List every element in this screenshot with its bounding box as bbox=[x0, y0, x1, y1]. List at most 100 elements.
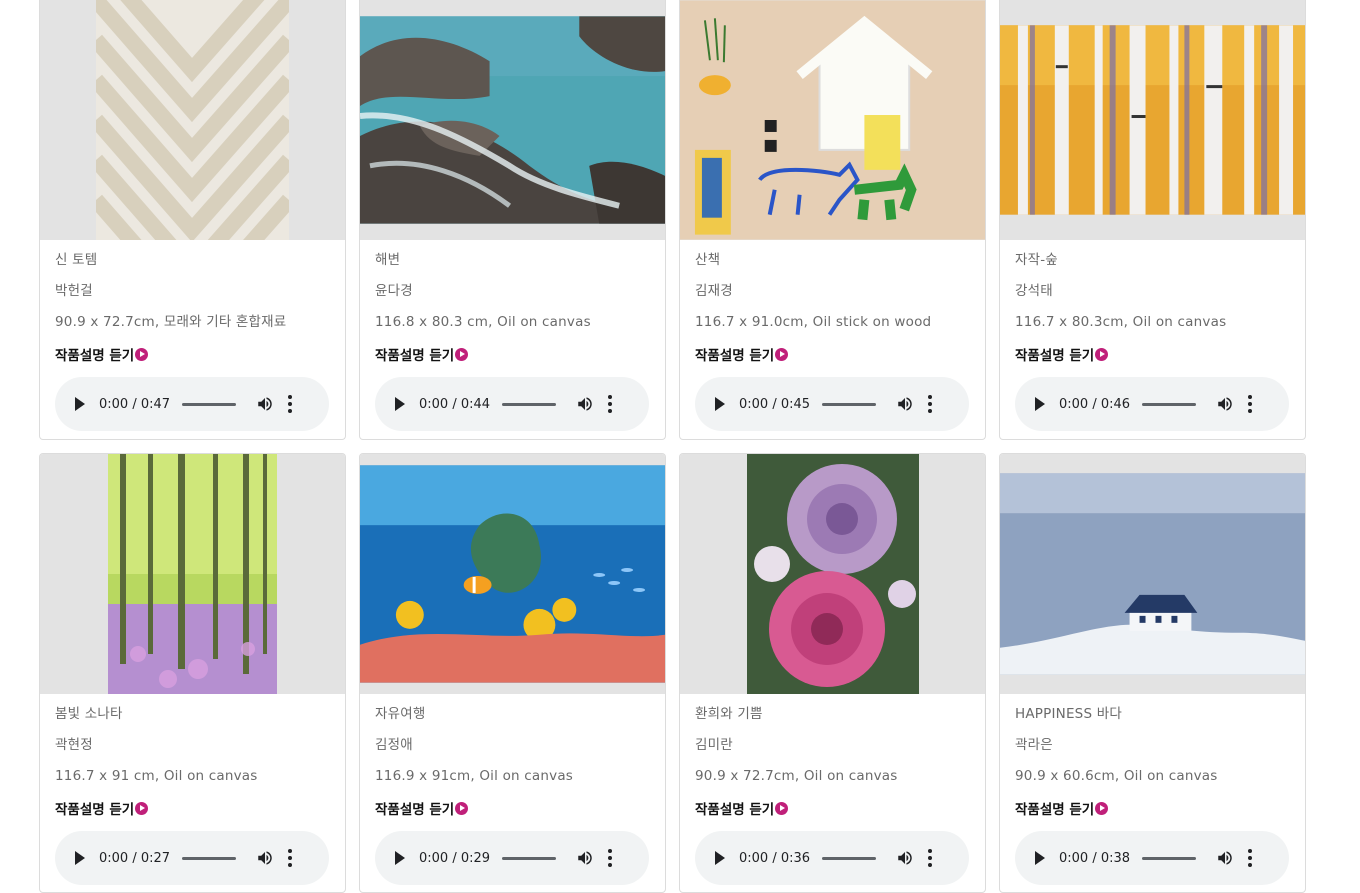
volume-icon[interactable] bbox=[256, 395, 274, 413]
audio-time: 0:00 / 0:38 bbox=[1059, 850, 1131, 866]
audio-progress-slider[interactable] bbox=[182, 856, 237, 860]
coral-reef-painting[interactable] bbox=[360, 465, 665, 683]
artwork-grid: 신 토템 박헌걸 90.9 x 72.7cm, 모래와 기타 혼합재료 작품설명… bbox=[39, 0, 1306, 893]
audio-progress-slider[interactable] bbox=[502, 402, 557, 406]
artwork-image-container bbox=[40, 454, 345, 694]
artwork-artist: 곽라은 bbox=[1015, 737, 1053, 753]
artwork-card: 환희와 기쁨 김미란 90.9 x 72.7cm, Oil on canvas … bbox=[679, 453, 986, 893]
more-options-icon[interactable] bbox=[1248, 395, 1253, 413]
artwork-title: 환희와 기쁨 bbox=[695, 706, 763, 722]
volume-icon[interactable] bbox=[576, 849, 594, 867]
audio-player[interactable]: 0:00 / 0:29 bbox=[375, 831, 649, 885]
audio-player[interactable]: 0:00 / 0:27 bbox=[55, 831, 329, 885]
spring-forest-painting[interactable] bbox=[108, 454, 277, 694]
artwork-image-container bbox=[360, 454, 665, 694]
volume-icon[interactable] bbox=[256, 849, 274, 867]
audio-player[interactable]: 0:00 / 0:44 bbox=[375, 377, 649, 431]
listen-description-link[interactable]: 작품설명 듣기 bbox=[695, 343, 970, 365]
more-options-icon[interactable] bbox=[608, 395, 613, 413]
play-circle-icon bbox=[455, 347, 469, 361]
artwork-artist: 윤다경 bbox=[375, 283, 413, 299]
artwork-image-container bbox=[680, 454, 985, 694]
listen-label: 작품설명 듣기 bbox=[55, 802, 135, 818]
listen-description-link[interactable]: 작품설명 듣기 bbox=[1015, 343, 1290, 365]
audio-progress-slider[interactable] bbox=[182, 402, 237, 406]
artwork-spec: 90.9 x 72.7cm, Oil on canvas bbox=[695, 768, 898, 784]
play-icon[interactable] bbox=[75, 851, 85, 865]
artwork-image-container bbox=[1000, 454, 1305, 694]
play-circle-icon bbox=[1095, 347, 1109, 361]
artwork-card: 신 토템 박헌걸 90.9 x 72.7cm, 모래와 기타 혼합재료 작품설명… bbox=[39, 0, 346, 440]
audio-progress-slider[interactable] bbox=[822, 856, 877, 860]
audio-player[interactable]: 0:00 / 0:36 bbox=[695, 831, 969, 885]
house-and-animals-painting[interactable] bbox=[680, 0, 985, 240]
artwork-spec: 116.9 x 91cm, Oil on canvas bbox=[375, 768, 574, 784]
artwork-spec: 90.9 x 60.6cm, Oil on canvas bbox=[1015, 768, 1218, 784]
artwork-image-container bbox=[680, 0, 985, 240]
listen-description-link[interactable]: 작품설명 듣기 bbox=[375, 343, 650, 365]
play-icon[interactable] bbox=[1035, 397, 1045, 411]
artwork-card: 자작-숲 강석태 116.7 x 80.3cm, Oil on canvas 작… bbox=[999, 0, 1306, 440]
artwork-card: 산책 김재경 116.7 x 91.0cm, Oil stick on wood… bbox=[679, 0, 986, 440]
artwork-artist: 김미란 bbox=[695, 737, 733, 753]
artwork-spec: 116.7 x 91 cm, Oil on canvas bbox=[55, 768, 258, 784]
rocky-sea-painting[interactable] bbox=[360, 16, 665, 224]
more-options-icon[interactable] bbox=[1248, 849, 1253, 867]
audio-progress-slider[interactable] bbox=[1142, 402, 1197, 406]
diamond-pattern-painting[interactable] bbox=[96, 0, 289, 240]
audio-time: 0:00 / 0:45 bbox=[739, 396, 811, 412]
play-circle-icon bbox=[135, 347, 149, 361]
seaside-house-painting[interactable] bbox=[1000, 473, 1305, 675]
audio-time: 0:00 / 0:44 bbox=[419, 396, 491, 412]
listen-description-link[interactable]: 작품설명 듣기 bbox=[375, 797, 650, 819]
audio-player[interactable]: 0:00 / 0:46 bbox=[1015, 377, 1289, 431]
volume-icon[interactable] bbox=[576, 395, 594, 413]
listen-description-link[interactable]: 작품설명 듣기 bbox=[1015, 797, 1290, 819]
artwork-artist: 박헌걸 bbox=[55, 283, 93, 299]
play-icon[interactable] bbox=[715, 851, 725, 865]
audio-player[interactable]: 0:00 / 0:47 bbox=[55, 377, 329, 431]
volume-icon[interactable] bbox=[896, 849, 914, 867]
artwork-card: 해변 윤다경 116.8 x 80.3 cm, Oil on canvas 작품… bbox=[359, 0, 666, 440]
play-circle-icon bbox=[455, 801, 469, 815]
play-icon[interactable] bbox=[1035, 851, 1045, 865]
artwork-artist: 김정애 bbox=[375, 737, 413, 753]
listen-label: 작품설명 듣기 bbox=[1015, 348, 1095, 364]
volume-icon[interactable] bbox=[896, 395, 914, 413]
artwork-artist: 김재경 bbox=[695, 283, 733, 299]
birch-forest-painting[interactable] bbox=[1000, 25, 1305, 215]
volume-icon[interactable] bbox=[1216, 849, 1234, 867]
audio-progress-slider[interactable] bbox=[822, 402, 877, 406]
more-options-icon[interactable] bbox=[608, 849, 613, 867]
play-icon[interactable] bbox=[395, 851, 405, 865]
artwork-title: 신 토템 bbox=[55, 252, 98, 268]
more-options-icon[interactable] bbox=[928, 849, 933, 867]
audio-time: 0:00 / 0:27 bbox=[99, 850, 171, 866]
audio-player[interactable]: 0:00 / 0:38 bbox=[1015, 831, 1289, 885]
artwork-card: 봄빛 소나타 곽현정 116.7 x 91 cm, Oil on canvas … bbox=[39, 453, 346, 893]
audio-time: 0:00 / 0:29 bbox=[419, 850, 491, 866]
play-icon[interactable] bbox=[715, 397, 725, 411]
play-circle-icon bbox=[1095, 801, 1109, 815]
more-options-icon[interactable] bbox=[288, 395, 293, 413]
artwork-image-container bbox=[360, 0, 665, 240]
more-options-icon[interactable] bbox=[288, 849, 293, 867]
volume-icon[interactable] bbox=[1216, 395, 1234, 413]
play-icon[interactable] bbox=[395, 397, 405, 411]
artwork-title: 자유여행 bbox=[375, 706, 426, 722]
artwork-artist: 강석태 bbox=[1015, 283, 1053, 299]
audio-progress-slider[interactable] bbox=[1142, 856, 1197, 860]
listen-description-link[interactable]: 작품설명 듣기 bbox=[55, 343, 330, 365]
play-circle-icon bbox=[775, 347, 789, 361]
roses-painting[interactable] bbox=[746, 454, 919, 694]
play-circle-icon bbox=[775, 801, 789, 815]
listen-description-link[interactable]: 작품설명 듣기 bbox=[55, 797, 330, 819]
listen-description-link[interactable]: 작품설명 듣기 bbox=[695, 797, 970, 819]
play-icon[interactable] bbox=[75, 397, 85, 411]
audio-time: 0:00 / 0:47 bbox=[99, 396, 171, 412]
audio-player[interactable]: 0:00 / 0:45 bbox=[695, 377, 969, 431]
artwork-spec: 90.9 x 72.7cm, 모래와 기타 혼합재료 bbox=[55, 314, 287, 330]
audio-progress-slider[interactable] bbox=[502, 856, 557, 860]
listen-label: 작품설명 듣기 bbox=[375, 802, 455, 818]
more-options-icon[interactable] bbox=[928, 395, 933, 413]
